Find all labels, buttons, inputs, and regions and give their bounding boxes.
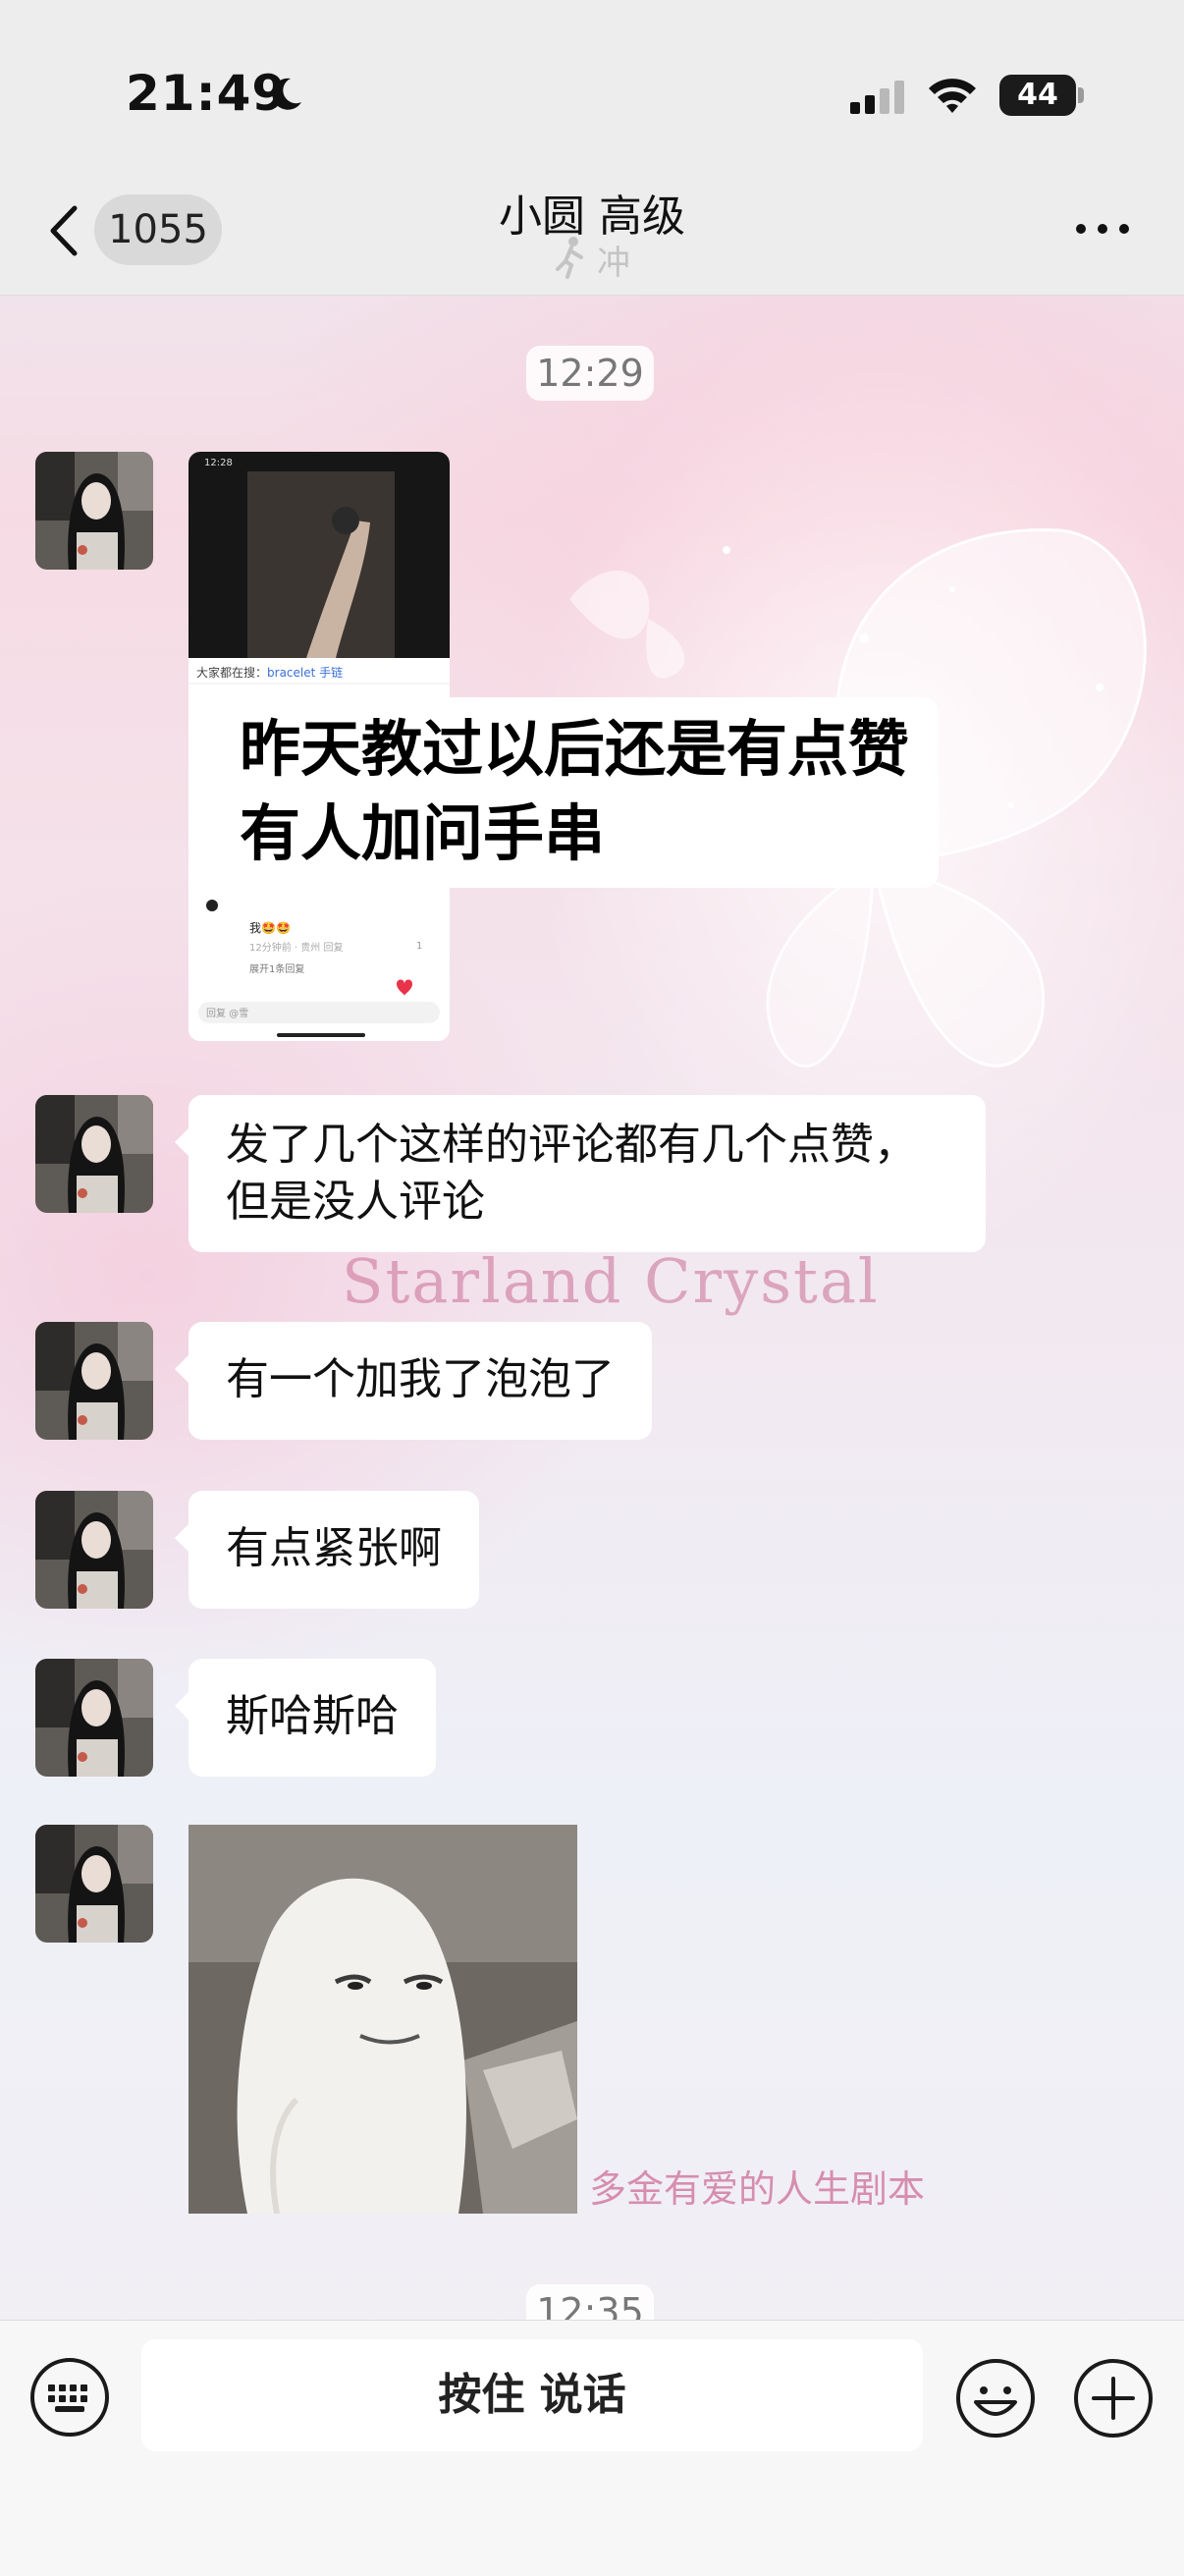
avatar[interactable]: [35, 1825, 153, 1943]
chat-title[interactable]: 小圆 高级: [0, 181, 1184, 244]
avatar-photo: [35, 1095, 153, 1213]
avatar[interactable]: [35, 1322, 153, 1440]
avatar[interactable]: [35, 1491, 153, 1609]
avatar-photo: [35, 1491, 153, 1609]
sticker-image: [188, 1825, 577, 2214]
message-text-line-2: 但是没人评论: [226, 1177, 485, 1227]
hold-to-talk-button[interactable]: 按住 说话: [141, 2339, 923, 2451]
message-text: 有点紧张啊: [226, 1523, 442, 1573]
more-dots-icon[interactable]: [1076, 218, 1131, 238]
screenshot-like-count: 1: [416, 941, 423, 952]
screenshot-comment-text: 我🤩🤩: [249, 921, 291, 935]
avatar[interactable]: [35, 1095, 153, 1213]
status-time: 21:49: [126, 65, 288, 122]
keyboard-icon[interactable]: [29, 2357, 110, 2438]
caption-line-1: 昨天教过以后还是有点赞: [240, 713, 910, 785]
screenshot-caption-overlay: 昨天教过以后还是有点赞 有人加问手串: [208, 697, 940, 888]
chat-status-text: 冲: [597, 244, 630, 283]
avatar-photo: [35, 1825, 153, 1943]
screenshot-status-time: 12:28: [204, 458, 233, 468]
message-text-line-1: 发了几个这样的评论都有几个点赞，: [226, 1120, 917, 1170]
screenshot-comment-meta: 12分钟前 · 贵州 回复: [249, 943, 344, 954]
message-timestamp: 12:29: [526, 346, 654, 401]
avatar-photo: [35, 452, 153, 570]
screenshot-reply-placeholder: 回复 @雪: [206, 1009, 249, 1019]
message-bubble[interactable]: 斯哈斯哈: [175, 1659, 436, 1777]
cellular-signal-icon: [850, 81, 904, 114]
screenshot-search-bar: 大家都在搜：bracelet 手链: [196, 664, 343, 681]
wifi-icon: [929, 79, 976, 113]
plus-icon[interactable]: [1072, 2357, 1155, 2439]
battery-icon: 44: [999, 75, 1076, 116]
screenshot-search-keyword: bracelet 手链: [267, 666, 344, 680]
emoji-icon[interactable]: [954, 2357, 1037, 2439]
avatar-photo: [35, 1322, 153, 1440]
background-watermark-2: 多金有爱的人生剧本: [589, 2167, 926, 2211]
moon-icon: [272, 78, 301, 110]
message-text: 斯哈斯哈: [226, 1691, 399, 1741]
battery-tip: [1078, 87, 1084, 103]
screenshot-expand-replies: 展开1条回复: [249, 964, 305, 975]
message-bubble[interactable]: 有一个加我了泡泡了: [175, 1322, 652, 1440]
message-bubble[interactable]: 发了几个这样的评论都有几个点赞， 但是没人评论: [175, 1095, 986, 1252]
background-watermark: Starland Crystal: [342, 1245, 880, 1317]
avatar[interactable]: [35, 1659, 153, 1777]
message-text: 有一个加我了泡泡了: [226, 1354, 615, 1404]
avatar-photo: [35, 1659, 153, 1777]
caption-line-2: 有人加问手串: [240, 797, 606, 869]
avatar[interactable]: [35, 452, 153, 570]
screenshot-search-prefix: 大家都在搜：: [196, 666, 268, 680]
message-bubble[interactable]: 有点紧张啊: [175, 1491, 479, 1609]
white-creature-sticker[interactable]: [188, 1825, 577, 2214]
running-person-icon: [556, 237, 583, 279]
